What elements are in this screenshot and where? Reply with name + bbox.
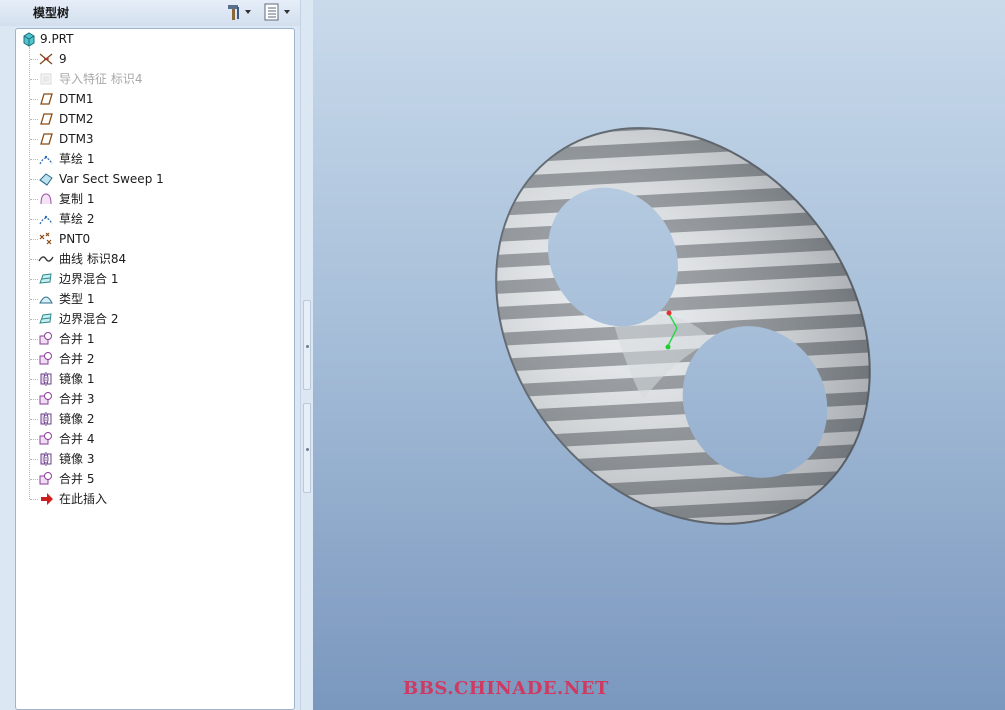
tree-item[interactable]: 草绘 1 [16,149,266,169]
part-cube-icon [23,32,35,47]
list-settings-icon [264,3,290,21]
tree-item-label: 合并 3 [59,392,95,406]
tree-item[interactable]: Var Sect Sweep 1 [16,169,266,189]
tree-item[interactable]: 合并 1 [16,329,266,349]
merge-icon [39,472,52,485]
tree-item-label: 合并 5 [59,472,95,486]
tree-item[interactable]: 镜像 3 [16,449,266,469]
tree-item[interactable]: 合并 2 [16,349,266,369]
tree-item[interactable]: PNT0 [16,229,266,249]
mirror-icon [40,412,52,426]
model-tree: 9.PRT 9 导入特征 标识4 DTM1 DTM2 DTM3 草绘 1 Var Sect … [15,28,295,710]
tree-item-label: 曲线 标识84 [59,252,127,266]
tree-item-label: 9 [59,52,67,66]
tree-item[interactable]: 复制 1 [16,189,266,209]
tree-item[interactable]: 在此插入 [16,489,266,509]
sketch-icon [39,155,53,165]
tree-item-label: 在此插入 [59,492,108,506]
merge-icon [39,392,52,405]
tree-item-label: DTM3 [59,132,94,146]
hammer-settings-icon [228,5,251,20]
ring-body [495,127,871,525]
splitter-grip-dot-upper [306,345,309,348]
model-tree-panel: 模型树 9.PRT 9 导入特征 标识4 DTM1 DTM2 DTM3 草绘 1… [0,0,300,710]
tree-item[interactable]: 镜像 2 [16,409,266,429]
tree-item-label: Var Sect Sweep 1 [59,172,164,186]
tree-item-label: DTM1 [59,92,94,106]
tree-item[interactable]: 草绘 2 [16,209,266,229]
datum-point-marker [665,344,671,350]
tree-item[interactable]: 曲线 标识84 [16,249,266,269]
graphics-viewport[interactable]: BBS.CHINADE.NET [313,0,1005,710]
model-tree-title: 模型树 [33,6,70,20]
zebra-ring-model [495,127,871,525]
tree-item[interactable]: 合并 4 [16,429,266,449]
merge-icon [39,432,52,445]
tree-item-label: 边界混合 1 [59,272,119,286]
tree-root-item[interactable]: 9.PRT [16,29,136,49]
insert-here-arrow-icon [41,493,53,505]
import-feature-icon [40,73,52,85]
tree-settings-button[interactable] [224,2,252,22]
tree-item[interactable]: 9 [16,49,266,69]
model-tree-header: 模型树 [0,0,300,26]
tree-item[interactable]: DTM2 [16,109,266,129]
tree-item[interactable]: 类型 1 [16,289,266,309]
tree-item[interactable]: 镜像 1 [16,369,266,389]
mirror-icon [40,452,52,466]
boundary-blend-icon [39,313,52,324]
tree-item-label: 导入特征 标识4 [59,72,143,86]
copy-surface-icon [40,193,52,205]
datum-plane-icon [40,133,53,145]
tree-item-label: DTM2 [59,112,94,126]
var-sect-sweep-icon [39,173,53,186]
tree-item-label: 合并 1 [59,332,95,346]
splitter-grip-dot-lower [306,448,309,451]
datum-point-icon [39,232,52,245]
curve-icon [38,256,54,262]
tree-item-label: PNT0 [59,232,91,246]
tree-item[interactable]: 合并 3 [16,389,266,409]
tree-item-label: 草绘 1 [59,152,95,166]
datum-point-marker [666,310,672,316]
tree-item-label: 镜像 1 [59,372,95,386]
tree-columns-button[interactable] [262,2,292,22]
tree-item[interactable]: 导入特征 标识4 [16,69,266,89]
type-surface-icon [39,296,53,304]
tree-item-label: 镜像 3 [59,452,95,466]
tree-item-label: 边界混合 2 [59,312,119,326]
sketch-icon [39,215,53,225]
tree-item[interactable]: 边界混合 1 [16,269,266,289]
tree-item-label: 合并 2 [59,352,95,366]
mirror-icon [40,372,52,386]
datum-plane-icon [40,93,53,105]
tree-item[interactable]: DTM1 [16,89,266,109]
tree-item-label: 复制 1 [59,192,95,206]
datum-plane-icon [40,113,53,125]
watermark-text: BBS.CHINADE.NET [403,678,609,699]
merge-icon [39,352,52,365]
csys-icon [39,53,53,65]
tree-item[interactable]: 合并 5 [16,469,266,489]
tree-item[interactable]: 边界混合 2 [16,309,266,329]
tree-item-label: 镜像 2 [59,412,95,426]
tree-root-label: 9.PRT [40,32,74,46]
tree-item-label: 合并 4 [59,432,95,446]
boundary-blend-icon [39,273,52,284]
tree-item-label: 草绘 2 [59,212,95,226]
tree-item-label: 类型 1 [59,292,95,306]
merge-icon [39,332,52,345]
tree-item[interactable]: DTM3 [16,129,266,149]
